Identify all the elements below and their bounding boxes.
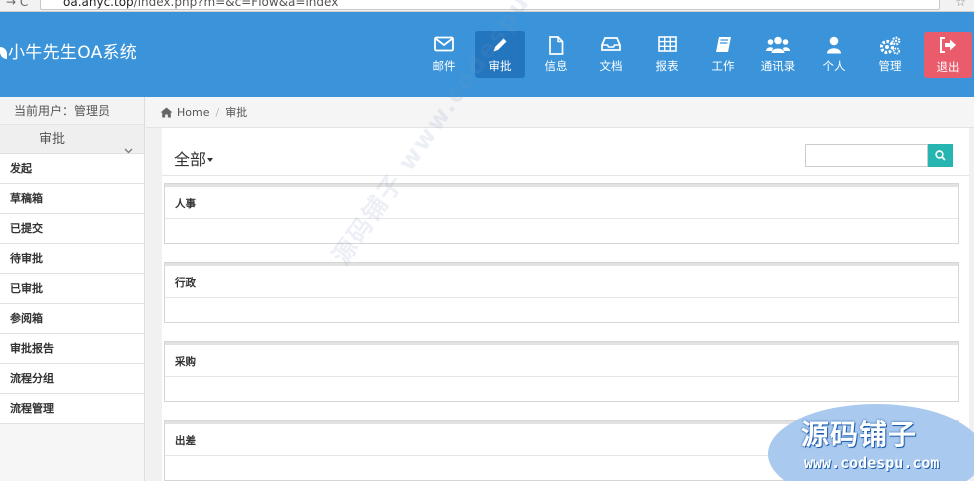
user-icon xyxy=(809,36,859,58)
nav-admin[interactable]: 管理 xyxy=(865,31,915,78)
watermark-badge-url: www.codespu.com xyxy=(804,454,940,472)
nav-docs[interactable]: 文档 xyxy=(586,31,636,78)
sidebar-item-submitted[interactable]: 已提交 xyxy=(0,214,144,244)
filter-dropdown[interactable]: 全部 xyxy=(174,146,214,170)
nav-contacts[interactable]: 通讯录 xyxy=(753,31,803,78)
nav-info[interactable]: 信息 xyxy=(531,31,581,78)
users-icon xyxy=(753,36,803,58)
caret-down-icon xyxy=(207,158,214,162)
current-user-label: 当前用户：管理员 xyxy=(0,97,144,125)
sidebar-item-drafts[interactable]: 草稿箱 xyxy=(0,184,144,214)
inbox-icon xyxy=(586,36,636,58)
search-button[interactable] xyxy=(928,144,953,167)
header-divider xyxy=(162,175,969,176)
panel-divider xyxy=(165,218,958,219)
panel-divider xyxy=(165,297,958,298)
panel-title: 行政 xyxy=(175,277,196,289)
sidebar-item-cc-box[interactable]: 参阅箱 xyxy=(0,304,144,334)
sidebar-section-header[interactable]: 审批 xyxy=(0,125,144,154)
panel-top-border xyxy=(165,184,958,187)
filter-label: 全部 xyxy=(174,150,207,169)
nav-label: 信息 xyxy=(544,59,568,73)
panel-top-border xyxy=(165,263,958,266)
table-icon xyxy=(642,36,692,58)
browser-back-reload-icon[interactable]: → C xyxy=(6,0,28,9)
chevron-down-icon xyxy=(124,136,133,165)
url-host: oa.anyc.top xyxy=(63,0,134,9)
breadcrumb-current: 审批 xyxy=(225,106,248,119)
sidebar-item-flow-manage[interactable]: 流程管理 xyxy=(0,394,144,424)
nav-personal[interactable]: 个人 xyxy=(809,31,859,78)
nav-label: 退出 xyxy=(936,60,960,74)
app-title: 小牛先生OA系统 xyxy=(8,43,138,63)
sidebar-item-pending[interactable]: 待审批 xyxy=(0,244,144,274)
search-icon xyxy=(935,150,946,161)
sidebar-section-title: 审批 xyxy=(39,132,66,147)
flow-group-panel: 采购 xyxy=(164,341,959,402)
home-icon xyxy=(160,99,173,130)
watermark-badge-title: 源码铺子 xyxy=(801,418,918,451)
url-path: /index.php?m=&c=Flow&a=index xyxy=(133,0,339,9)
sidebar-item-approved[interactable]: 已审批 xyxy=(0,274,144,304)
nav-work[interactable]: 工作 xyxy=(698,31,748,78)
sign-out-icon xyxy=(924,37,972,59)
sidebar-item-report[interactable]: 审批报告 xyxy=(0,334,144,364)
leaf-logo-icon xyxy=(0,47,7,59)
panel-divider xyxy=(165,376,958,377)
panel-title: 人事 xyxy=(175,198,196,210)
breadcrumb-home-link[interactable]: Home xyxy=(177,106,209,119)
nav-label: 工作 xyxy=(711,59,735,73)
nav-label: 通讯录 xyxy=(760,59,796,73)
sidebar-item-flow-groups[interactable]: 流程分组 xyxy=(0,364,144,394)
nav-reports[interactable]: 报表 xyxy=(642,31,692,78)
browser-url-bar: → C oa.anyc.top/index.php?m=&c=Flow&a=in… xyxy=(0,0,974,12)
panel-top-border xyxy=(165,342,958,345)
search-input[interactable] xyxy=(805,144,928,167)
cogs-icon xyxy=(865,36,915,58)
nav-label: 管理 xyxy=(878,59,902,73)
flow-group-panel: 人事 xyxy=(164,183,959,244)
file-icon xyxy=(531,36,581,58)
panel-title: 采购 xyxy=(175,356,196,368)
sidebar-item-initiate[interactable]: 发起 xyxy=(0,154,144,184)
bookmark-star-icon[interactable]: ☆ xyxy=(955,0,966,9)
panel-title: 出差 xyxy=(175,435,196,447)
app-brand[interactable]: 小牛先生OA系统 xyxy=(0,38,137,63)
nav-label: 个人 xyxy=(822,59,846,73)
book-icon xyxy=(698,36,748,58)
nav-label: 报表 xyxy=(655,59,679,73)
nav-label: 文档 xyxy=(599,59,623,73)
breadcrumb: Home / 审批 xyxy=(146,97,974,128)
logout-button[interactable]: 退出 xyxy=(924,32,972,78)
sidebar: 当前用户：管理员 审批 发起 草稿箱 已提交 待审批 已审批 参阅箱 审批报告 … xyxy=(0,97,145,481)
flow-group-panel: 行政 xyxy=(164,262,959,323)
breadcrumb-separator: / xyxy=(215,106,220,119)
